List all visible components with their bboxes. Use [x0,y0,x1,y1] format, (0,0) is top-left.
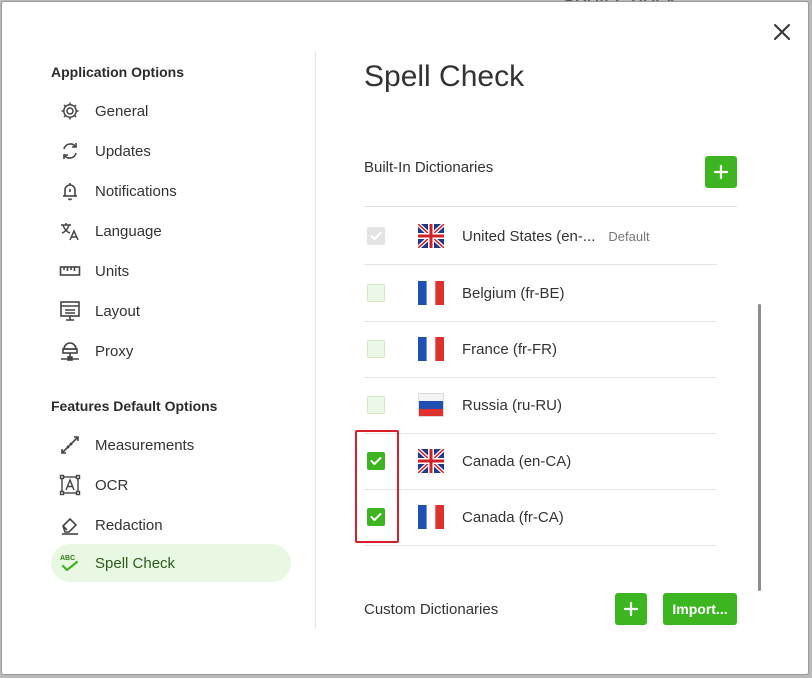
close-icon [774,24,790,40]
dictionary-row: Canada (fr-CA) [364,489,717,546]
scrollbar-thumb[interactable] [758,304,761,591]
nav-label-measurements: Measurements [95,436,195,454]
france-flag-icon [418,505,444,529]
nav-label-layout: Layout [95,302,141,320]
dictionary-checkbox[interactable] [367,396,385,414]
close-button[interactable] [772,22,792,42]
dictionary-label: Belgium (fr-BE) [462,284,565,302]
dictionary-label: United States (en-... [462,227,596,245]
nav-item-redaction[interactable]: Redaction [51,506,291,544]
nav-label-ocr: OCR [95,476,129,494]
nav-label-language: Language [95,222,162,240]
dictionary-row: Belgium (fr-BE) [364,265,717,322]
nav-item-layout[interactable]: Layout [51,292,291,330]
nav-item-units[interactable]: Units [51,252,291,290]
nav-label-updates: Updates [95,142,151,160]
sidebar-divider [315,52,316,628]
ocr-icon [59,474,81,496]
ruler-icon [59,260,81,282]
dictionary-label: France (fr-FR) [462,340,557,358]
dictionary-checkbox[interactable] [367,508,385,526]
dictionary-label: Canada (fr-CA) [462,508,564,526]
uk-flag-icon [418,449,444,473]
built-in-dictionaries-heading: Built-In Dictionaries [364,159,494,176]
nav-item-language[interactable]: Language [51,212,291,250]
uk-flag-icon [418,224,444,248]
page-title: Spell Check [364,60,525,93]
dictionary-checkbox[interactable] [367,340,385,358]
dictionary-row: United States (en-... Default [364,208,717,265]
custom-dictionaries-heading: Custom Dictionaries [364,601,499,618]
nav-item-notifications[interactable]: Notifications [51,172,291,210]
gear-icon [59,100,81,122]
nav-item-spell-check[interactable]: ABC Spell Check [51,544,291,582]
dictionary-row: France (fr-FR) [364,321,717,378]
dictionary-row: Russia (ru-RU) [364,377,717,434]
dictionary-label: Canada (en-CA) [462,452,572,470]
dictionary-checkbox[interactable] [367,452,385,470]
nav-item-proxy[interactable]: Proxy [51,332,291,370]
nav-label-proxy: Proxy [95,342,134,360]
default-badge: Default [608,228,650,244]
dictionary-label: Russia (ru-RU) [462,396,563,414]
nav-label-general: General [95,102,149,120]
nav-label-redaction: Redaction [95,516,163,534]
dictionary-checkbox [367,227,385,245]
sync-icon [59,140,81,162]
nav-item-ocr[interactable]: OCR [51,466,291,504]
add-custom-dictionary-button[interactable] [615,593,647,625]
dictionary-row: Canada (en-CA) [364,433,717,490]
nav-item-measurements[interactable]: Measurements [51,426,291,464]
nav-label-notifications: Notifications [95,182,177,200]
eraser-icon [59,514,81,536]
bell-icon [59,180,81,202]
translate-icon [59,220,81,242]
dictionary-checkbox[interactable] [367,284,385,302]
layout-icon [59,300,81,322]
list-divider [364,206,737,207]
options-dialog: Application Options General Updates Noti… [2,2,808,674]
nav-label-spell-check: Spell Check [95,554,176,572]
features-options-heading: Features Default Options [51,398,218,414]
application-options-heading: Application Options [51,64,184,80]
svg-text:ABC: ABC [60,555,75,562]
nav-item-general[interactable]: General [51,92,291,130]
measure-icon [59,434,81,456]
import-button[interactable]: Import... [663,593,737,625]
nav-label-units: Units [95,262,130,280]
spellcheck-icon: ABC [59,552,81,574]
plus-icon [624,602,638,616]
france-flag-icon [418,281,444,305]
network-icon [59,340,81,362]
nav-item-updates[interactable]: Updates [51,132,291,170]
france-flag-icon [418,337,444,361]
russia-flag-icon [418,393,444,417]
add-built-in-dictionary-button[interactable] [705,156,737,188]
plus-icon [714,165,728,179]
